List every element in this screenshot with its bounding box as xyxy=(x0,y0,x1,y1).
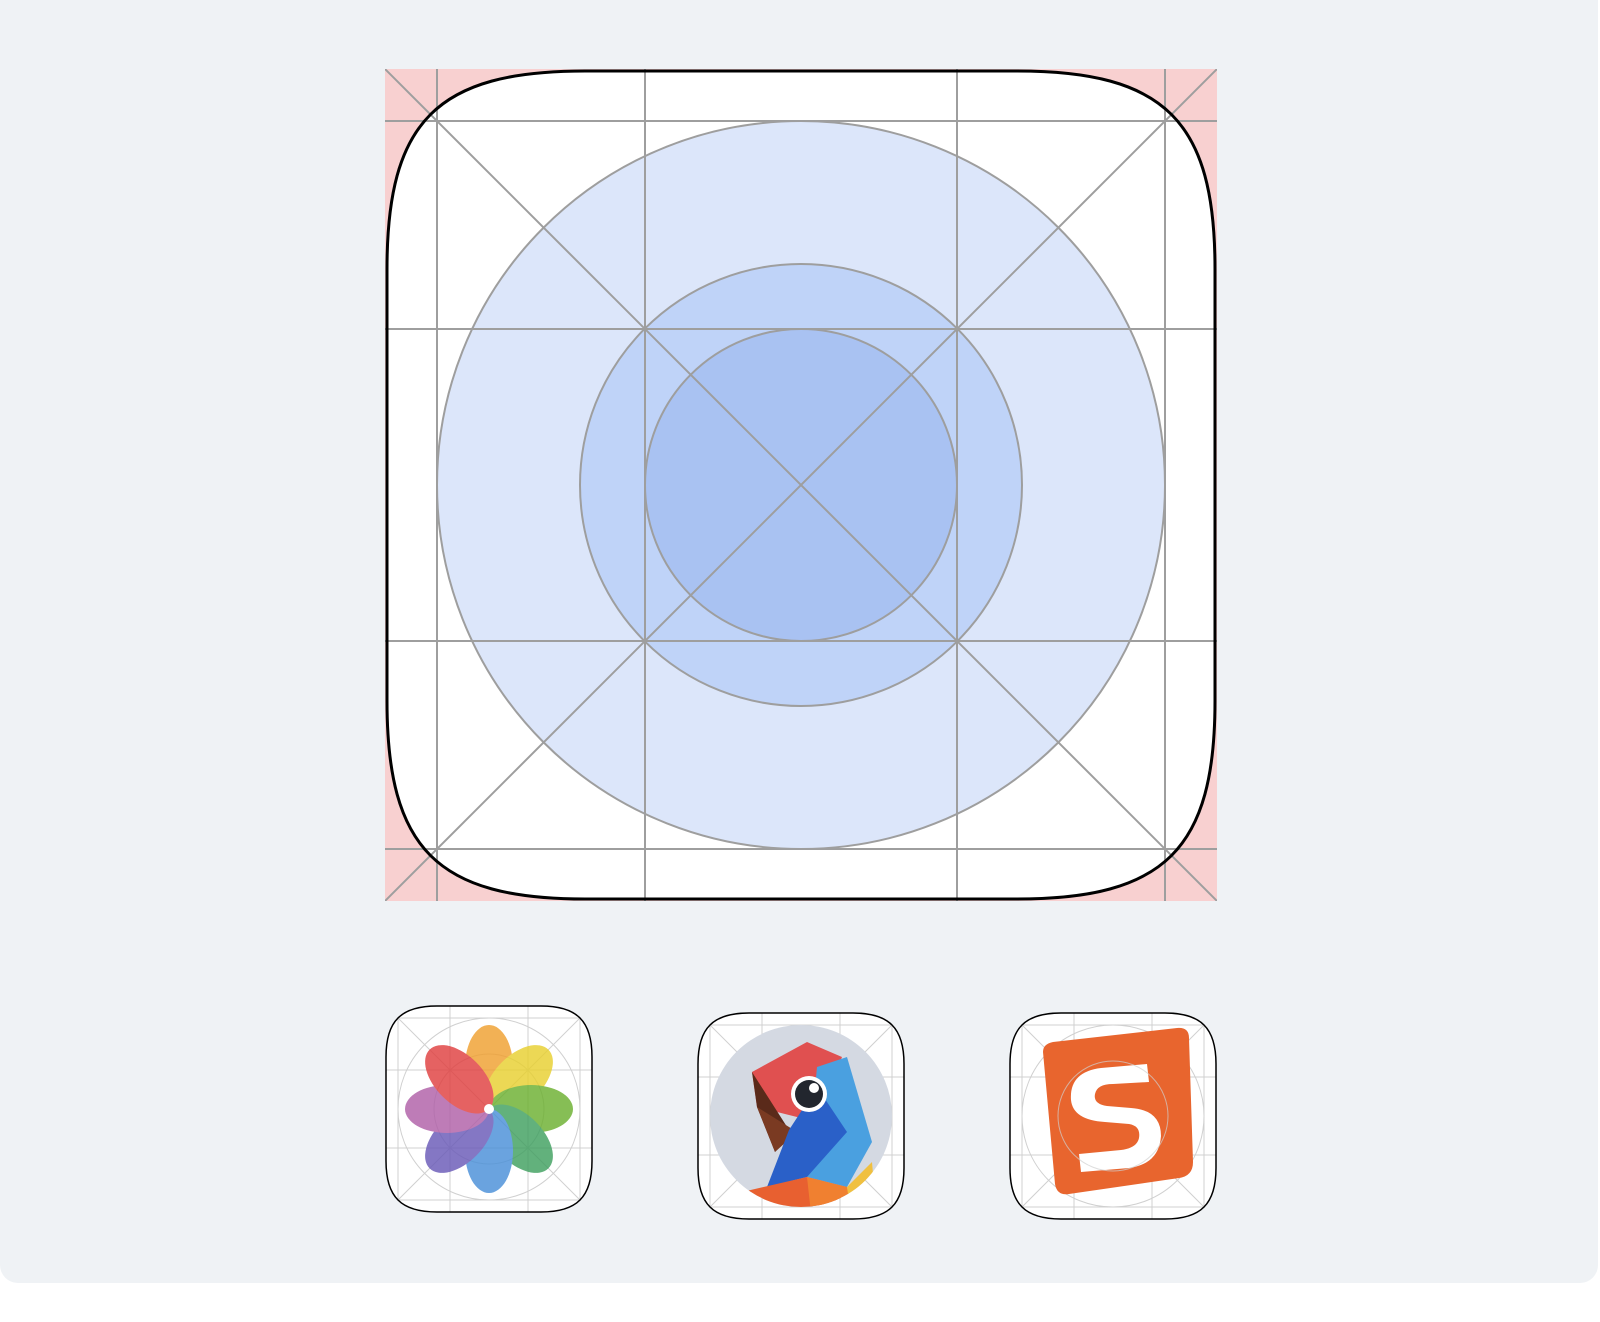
photos-app-icon[interactable] xyxy=(385,1005,593,1213)
parrot-app-icon[interactable] xyxy=(697,1012,905,1220)
sogou-app-icon[interactable] xyxy=(1009,1012,1217,1220)
sogou-s-icon xyxy=(1043,1027,1193,1195)
icon-grid-diagram xyxy=(385,69,1217,901)
canvas xyxy=(0,0,1598,1283)
icon-grid-template xyxy=(385,69,1217,901)
